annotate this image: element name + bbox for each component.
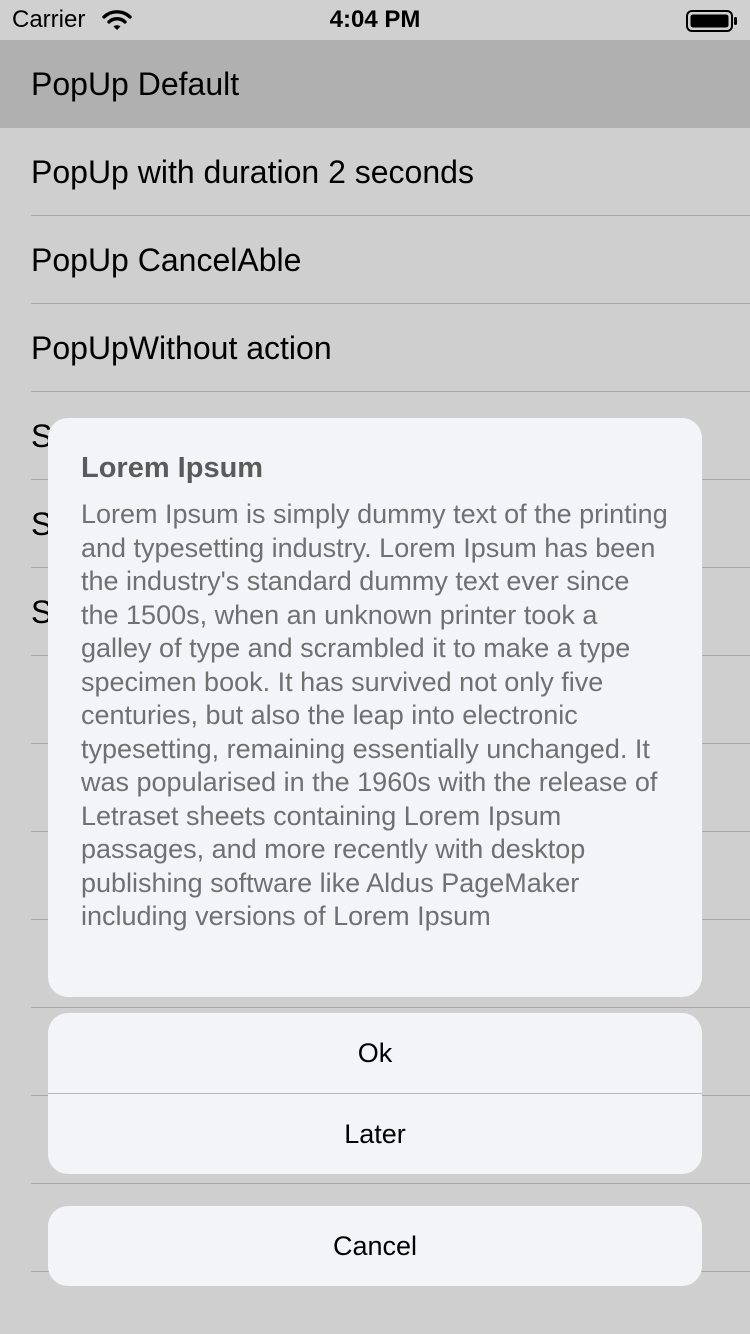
alert-cancel-group: Cancel: [48, 1206, 702, 1286]
ok-button[interactable]: Ok: [48, 1013, 702, 1093]
alert-message: Lorem Ipsum is simply dummy text of the …: [81, 499, 668, 931]
list-item-label: PopUp Default: [31, 66, 240, 102]
alert-dialog: Lorem Ipsum Lorem Ipsum is simply dummy …: [48, 418, 702, 997]
list-item-popup-cancelable[interactable]: PopUp CancelAble: [0, 216, 750, 304]
list-item-popup-default[interactable]: PopUp Default: [0, 40, 750, 128]
status-bar: Carrier 4:04 PM: [0, 0, 750, 40]
status-time: 4:04 PM: [329, 6, 421, 33]
cancel-button[interactable]: Cancel: [48, 1206, 702, 1286]
later-button[interactable]: Later: [48, 1094, 702, 1174]
alert-title: Lorem Ipsum: [81, 452, 264, 484]
battery-icon: [686, 10, 738, 32]
list-item-label: PopUpWithout action: [31, 330, 332, 366]
list-item-popup-without-action[interactable]: PopUpWithout action: [0, 304, 750, 392]
list-item-label: PopUp with duration 2 seconds: [31, 154, 474, 190]
list-item-popup-duration[interactable]: PopUp with duration 2 seconds: [0, 128, 750, 216]
list-item-label: PopUp CancelAble: [31, 242, 302, 278]
alert-action-group: Ok Later: [48, 1013, 702, 1174]
